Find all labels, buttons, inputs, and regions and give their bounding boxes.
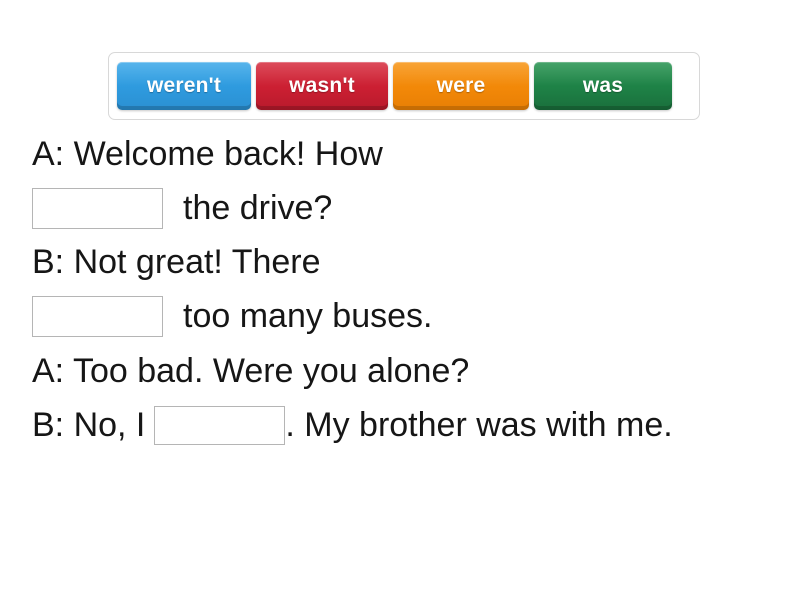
sentence-text: the drive? — [183, 188, 333, 227]
sentence-text: A: Welcome back! How — [32, 134, 383, 173]
answer-blank-3[interactable] — [154, 405, 286, 445]
sentence-line-2: the drive? — [32, 180, 788, 236]
sentence-text: A: Too bad. Were you alone? — [32, 351, 470, 390]
sentence-text: B: Not great! There — [32, 242, 321, 281]
sentence-line-4: too many buses. — [32, 288, 788, 344]
sentence-line-3: B: Not great! There — [32, 236, 788, 288]
exercise-body: A: Welcome back! How the drive? B: Not g… — [32, 128, 788, 452]
sentence-line-1: A: Welcome back! How — [32, 128, 788, 180]
sentence-text: . My brother was with me. — [285, 405, 673, 444]
word-tile-label: was — [582, 74, 624, 97]
word-tile-label: were — [436, 74, 486, 97]
word-tile-wasnt[interactable]: wasn't — [256, 62, 388, 110]
sentence-line-5: A: Too bad. Were you alone? — [32, 344, 788, 398]
word-tile-was[interactable]: was — [534, 62, 672, 110]
word-tile-were[interactable]: were — [393, 62, 529, 110]
sentence-text: B: No, I — [32, 405, 146, 444]
sentence-line-6: B: No, I . My brother was with me. — [32, 398, 788, 452]
word-tile-label: wasn't — [289, 74, 355, 97]
word-tile-werent[interactable]: weren't — [117, 62, 251, 110]
answer-blank-1[interactable] — [32, 187, 163, 229]
sentence-text: too many buses. — [183, 296, 433, 335]
word-tile-label: weren't — [146, 74, 222, 97]
answer-blank-2[interactable] — [32, 295, 163, 337]
word-bank: weren't wasn't were was — [108, 52, 700, 120]
